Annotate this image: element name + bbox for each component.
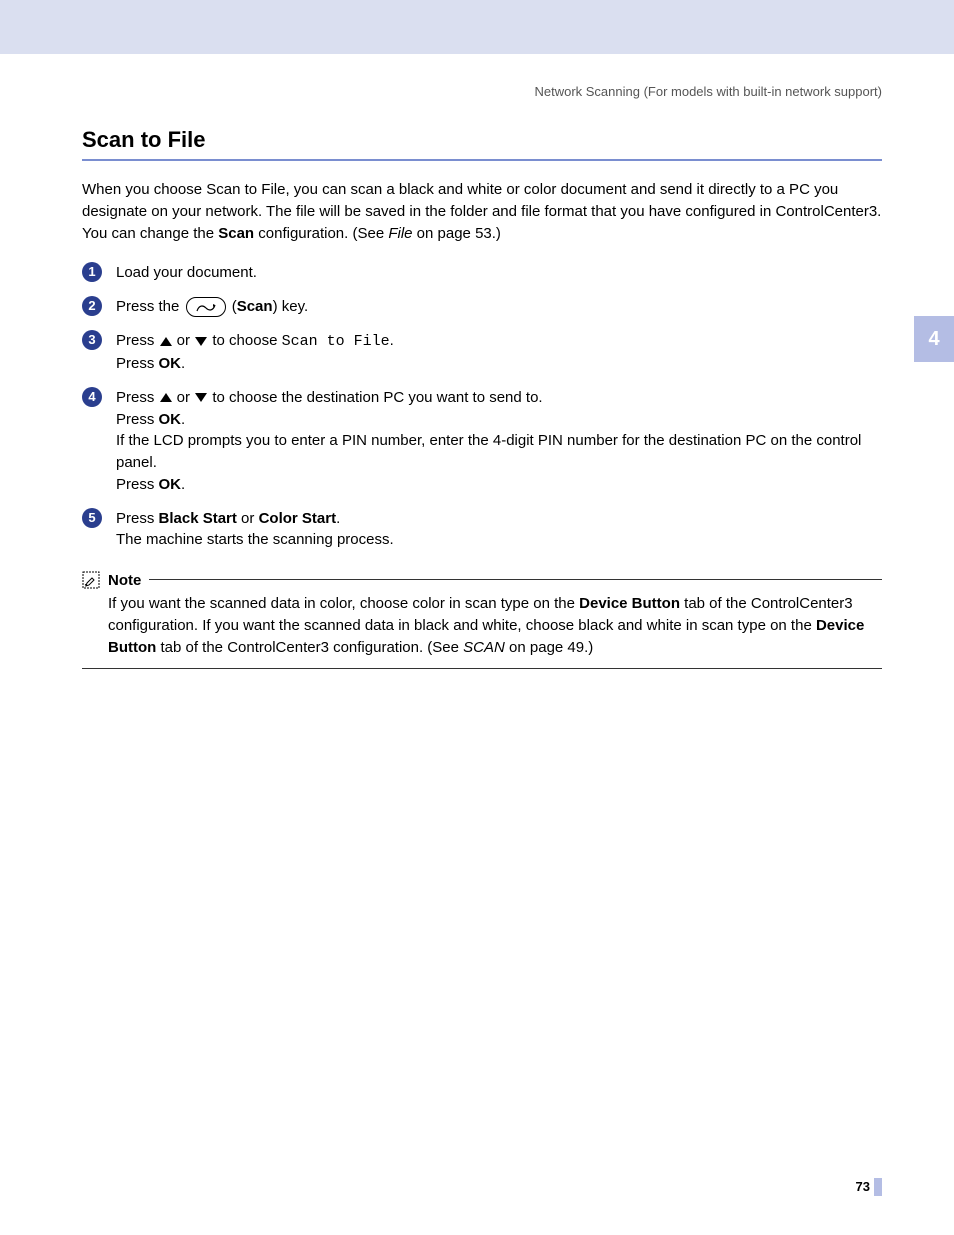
step-3: Press or to choose Scan to File. Press O… bbox=[82, 330, 882, 375]
step-4-or: or bbox=[173, 389, 195, 406]
step-5-text-b: . bbox=[336, 510, 340, 527]
note-db1: Device Button bbox=[579, 595, 680, 612]
intro-file-italic: File bbox=[388, 225, 412, 242]
step-5-line2: The machine starts the scanning process. bbox=[116, 531, 394, 548]
section-heading: Scan to File bbox=[82, 127, 882, 153]
step-2-text-a: Press the bbox=[116, 298, 184, 315]
top-banner bbox=[0, 0, 954, 54]
step-2-text-b: ( bbox=[228, 298, 237, 315]
running-header: Network Scanning (For models with built-… bbox=[0, 54, 954, 99]
step-4-ok: OK bbox=[159, 411, 182, 428]
step-5: Press Black Start or Color Start. The ma… bbox=[82, 508, 882, 552]
note-rule-top bbox=[149, 579, 882, 580]
page-number: 73 bbox=[856, 1178, 882, 1196]
up-arrow-icon bbox=[160, 337, 172, 346]
up-arrow-icon bbox=[160, 393, 172, 402]
intro-text-2: configuration. (See bbox=[254, 225, 388, 242]
step-3-text-b: to choose bbox=[208, 332, 281, 349]
step-4-text-a: Press bbox=[116, 389, 159, 406]
scan-key-icon bbox=[186, 297, 226, 317]
step-4-line4a: Press bbox=[116, 476, 159, 493]
note-body-3: tab of the ControlCenter3 configuration.… bbox=[156, 639, 463, 656]
step-1: Load your document. bbox=[82, 262, 882, 284]
chapter-tab: 4 bbox=[914, 316, 954, 362]
down-arrow-icon bbox=[195, 393, 207, 402]
step-4-text-b: to choose the destination PC you want to… bbox=[208, 389, 542, 406]
step-3-line2b: . bbox=[181, 355, 185, 372]
step-5-bs: Black Start bbox=[159, 510, 237, 527]
step-1-text: Load your document. bbox=[116, 264, 257, 281]
step-4-line2a: Press bbox=[116, 411, 159, 428]
down-arrow-icon bbox=[195, 337, 207, 346]
note-scan-ref: SCAN bbox=[463, 639, 505, 656]
intro-scan-bold: Scan bbox=[218, 225, 254, 242]
step-5-text-a: Press bbox=[116, 510, 159, 527]
step-3-line2a: Press bbox=[116, 355, 159, 372]
step-4: Press or to choose the destination PC yo… bbox=[82, 387, 882, 496]
note-body: If you want the scanned data in color, c… bbox=[82, 589, 882, 669]
note-title: Note bbox=[108, 572, 141, 589]
note-body-4: on page 49.) bbox=[505, 639, 593, 656]
step-2-text-c: ) key. bbox=[273, 298, 309, 315]
step-4-ok2: OK bbox=[159, 476, 182, 493]
step-list: Load your document. Press the (Scan) key… bbox=[82, 262, 882, 551]
step-2-scan-bold: Scan bbox=[237, 298, 273, 315]
note-body-1: If you want the scanned data in color, c… bbox=[108, 595, 579, 612]
step-3-text-a: Press bbox=[116, 332, 159, 349]
heading-rule bbox=[82, 159, 882, 161]
intro-paragraph: When you choose Scan to File, you can sc… bbox=[82, 179, 882, 244]
step-5-cs: Color Start bbox=[259, 510, 337, 527]
step-4-line2b: . bbox=[181, 411, 185, 428]
note-icon bbox=[82, 571, 100, 589]
step-5-or: or bbox=[237, 510, 259, 527]
step-4-line3: If the LCD prompts you to enter a PIN nu… bbox=[116, 432, 861, 471]
step-3-text-c: . bbox=[390, 332, 394, 349]
intro-text-3: on page 53.) bbox=[413, 225, 501, 242]
step-3-or: or bbox=[173, 332, 195, 349]
step-3-mono: Scan to File bbox=[282, 333, 390, 350]
note-block: Note If you want the scanned data in col… bbox=[82, 571, 882, 669]
step-2: Press the (Scan) key. bbox=[82, 296, 882, 318]
step-3-ok: OK bbox=[159, 355, 182, 372]
step-4-line4b: . bbox=[181, 476, 185, 493]
